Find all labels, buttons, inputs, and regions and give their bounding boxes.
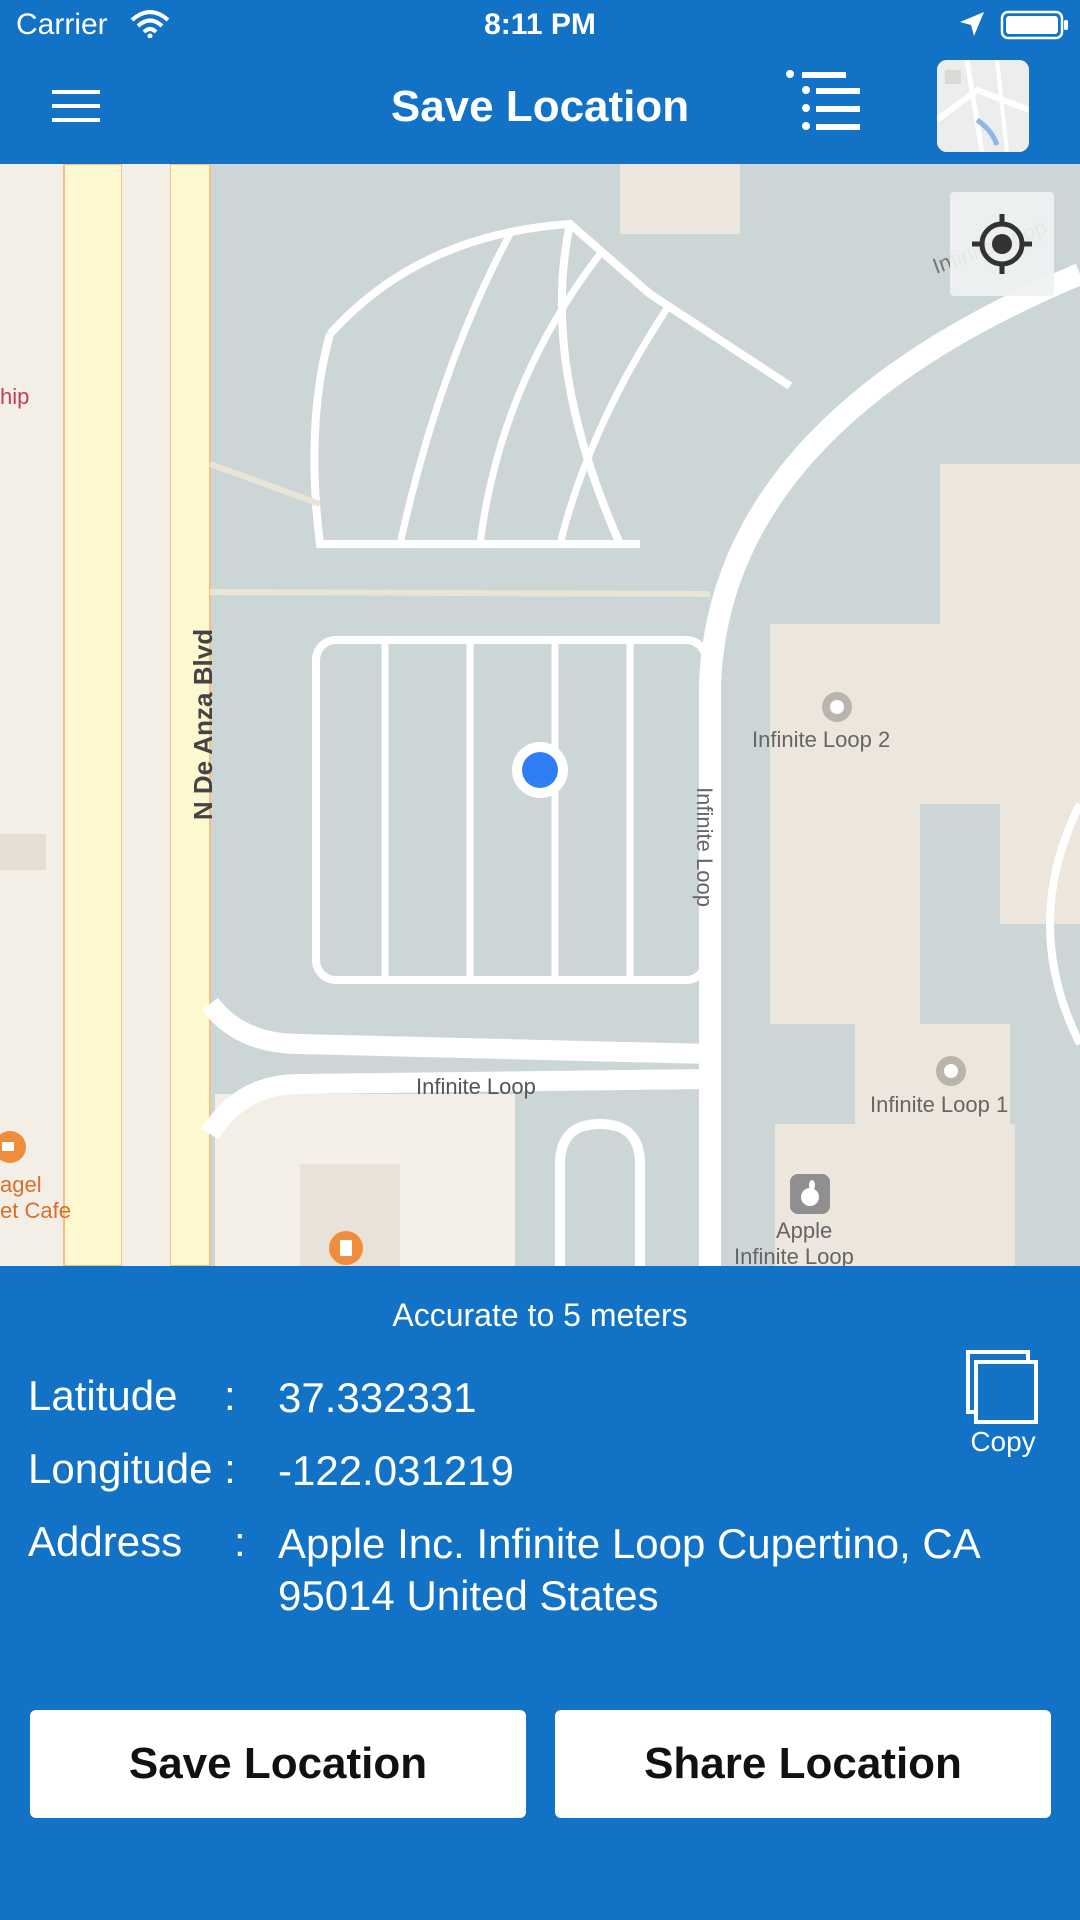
street-label-infinite-loop-vertical: Infinite Loop (691, 787, 717, 907)
crosshair-icon (972, 214, 1032, 274)
share-location-button[interactable]: Share Location (555, 1710, 1051, 1818)
navigation-bar: Save Location (0, 52, 1080, 164)
latitude-value: 37.332331 (278, 1374, 477, 1421)
save-location-button[interactable]: Save Location (30, 1710, 526, 1818)
poi-label-apple: Apple (776, 1218, 833, 1243)
street-label-infinite-loop-bottom: Infinite Loop (416, 1074, 536, 1099)
cafe-icon[interactable] (0, 1130, 30, 1170)
apple-logo-icon[interactable] (790, 1174, 830, 1220)
copy-button[interactable]: Copy (960, 1350, 1046, 1460)
map-view[interactable]: N De Anza Blvd Infinite Loop Infinite Lo… (0, 164, 1080, 1266)
accuracy-text: Accurate to 5 meters (392, 1297, 688, 1333)
latitude-colon: : (224, 1372, 236, 1419)
saved-list-icon[interactable] (784, 68, 864, 142)
poi-label-loop1: Infinite Loop 1 (870, 1092, 1009, 1117)
poi-label-loop2: Infinite Loop 2 (752, 727, 891, 752)
poi-label-partial: hip (0, 384, 30, 409)
poi-marker-loop1[interactable] (934, 1054, 974, 1094)
longitude-value: -122.031219 (278, 1447, 514, 1494)
poi-label-cafe: agel (0, 1172, 42, 1197)
map-type-thumbnail-icon[interactable] (937, 60, 1029, 152)
address-colon: : (234, 1518, 246, 1565)
poi-marker-loop2[interactable] (820, 690, 860, 730)
page-title: Save Location (390, 82, 690, 131)
address-value: Apple Inc. Infinite Loop Cupertino, CA 9… (278, 1520, 979, 1619)
address-label: Address (28, 1518, 183, 1565)
locate-me-button[interactable] (950, 192, 1054, 296)
poi-label-apple-sub: Infinite Loop (734, 1244, 854, 1266)
street-label-de-anza: N De Anza Blvd (188, 628, 219, 821)
latitude-label: Latitude (28, 1372, 178, 1419)
copy-icon (966, 1350, 1038, 1424)
status-time: 8:11 PM (484, 8, 596, 41)
longitude-label: Longitude : (28, 1445, 236, 1492)
user-location-dot (510, 740, 570, 800)
location-arrow-icon (958, 10, 986, 46)
copy-label: Copy (970, 1426, 1036, 1457)
fuel-icon[interactable] (328, 1230, 364, 1266)
battery-icon (1000, 10, 1070, 48)
poi-label-cafe-sub: et Cafe (0, 1198, 71, 1223)
status-bar: Carrier 8:11 PM (0, 0, 1080, 52)
